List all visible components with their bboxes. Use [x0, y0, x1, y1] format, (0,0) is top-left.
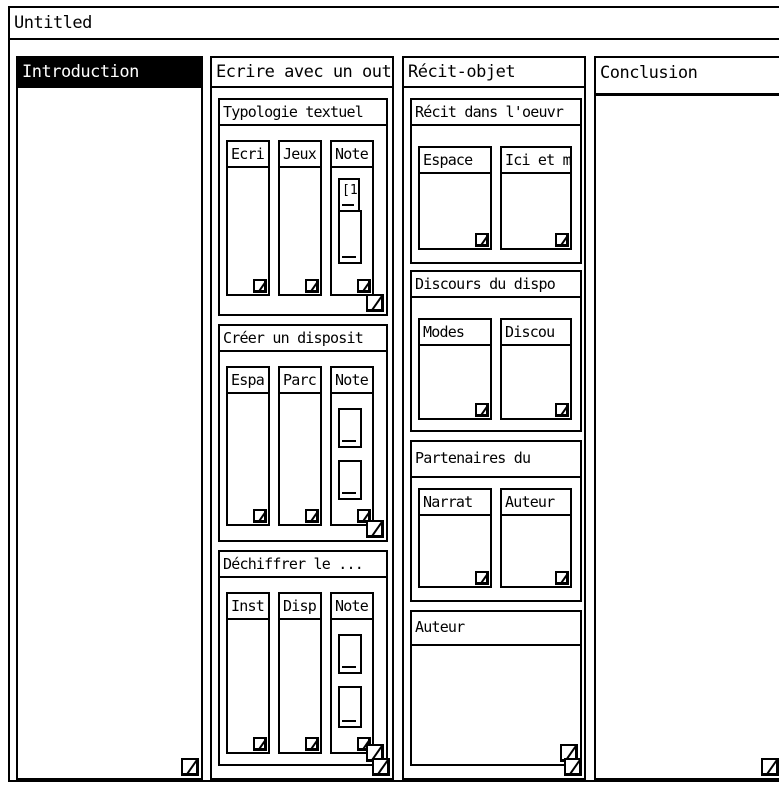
- section-creer[interactable]: Créer un disposit Espa Parc Note: [218, 324, 388, 542]
- section-typologie[interactable]: Typologie textuel Ecri Jeux Note [1]: [218, 98, 388, 316]
- resize-handle-icon[interactable]: [305, 509, 319, 523]
- resize-handle-icon[interactable]: [181, 758, 199, 776]
- resize-handle-icon[interactable]: [253, 509, 267, 523]
- card[interactable]: Disp: [278, 592, 322, 754]
- resize-handle-icon[interactable]: [475, 403, 489, 417]
- section-title-partenaires[interactable]: Partenaires du: [412, 442, 580, 478]
- card-title[interactable]: Discou: [502, 320, 570, 346]
- resize-handle-icon[interactable]: [475, 233, 489, 247]
- resize-handle-icon[interactable]: [253, 737, 267, 751]
- card-title[interactable]: Inst: [228, 594, 268, 620]
- card[interactable]: Ecri: [226, 140, 270, 296]
- resize-handle-icon[interactable]: [475, 571, 489, 585]
- resize-handle-icon[interactable]: [305, 279, 319, 293]
- card-note[interactable]: Note: [330, 592, 374, 754]
- card-title[interactable]: Parc: [280, 368, 320, 394]
- resize-handle-icon[interactable]: [305, 737, 319, 751]
- section-title-dechiffrer[interactable]: Déchiffrer le ...: [220, 552, 386, 578]
- note-item[interactable]: [338, 634, 362, 674]
- card-title[interactable]: Espace: [420, 148, 490, 174]
- resize-handle-icon[interactable]: [555, 403, 569, 417]
- card-title[interactable]: Espa: [228, 368, 268, 394]
- card[interactable]: Jeux: [278, 140, 322, 296]
- resize-handle-icon[interactable]: [357, 279, 371, 293]
- card-title[interactable]: Disp: [280, 594, 320, 620]
- resize-handle-icon[interactable]: [761, 758, 779, 776]
- section-title-creer[interactable]: Créer un disposit: [220, 326, 386, 352]
- section-partenaires[interactable]: Partenaires du Narrat Auteur: [410, 440, 582, 602]
- section-title-recit-oeuvre[interactable]: Récit dans l'oeuvr: [412, 100, 580, 126]
- card[interactable]: Ici et m: [500, 146, 572, 250]
- card-title[interactable]: Ici et m: [502, 148, 570, 174]
- column-title-conclusion[interactable]: Conclusion: [596, 58, 779, 96]
- card-note[interactable]: Note [1]: [330, 140, 374, 296]
- resize-handle-icon[interactable]: [253, 279, 267, 293]
- resize-handle-icon[interactable]: [564, 758, 582, 776]
- card-title[interactable]: Note: [332, 142, 372, 168]
- column-title-recit[interactable]: Récit-objet: [404, 58, 584, 88]
- window-title: Untitled: [10, 8, 779, 40]
- resize-handle-icon[interactable]: [555, 571, 569, 585]
- card-title[interactable]: Narrat: [420, 490, 490, 516]
- column-conclusion[interactable]: Conclusion: [594, 56, 779, 780]
- note-item-frame[interactable]: [338, 210, 362, 264]
- resize-handle-icon[interactable]: [366, 294, 384, 312]
- resize-handle-icon[interactable]: [555, 233, 569, 247]
- card[interactable]: Parc: [278, 366, 322, 526]
- column-title-introduction[interactable]: Introduction: [18, 58, 201, 88]
- resize-handle-icon[interactable]: [372, 758, 390, 776]
- column-introduction[interactable]: Introduction: [16, 56, 203, 780]
- card-note[interactable]: Note: [330, 366, 374, 526]
- card-title[interactable]: Note: [332, 594, 372, 620]
- card[interactable]: Espace: [418, 146, 492, 250]
- note-item[interactable]: [338, 686, 362, 728]
- card-title[interactable]: Modes: [420, 320, 490, 346]
- card[interactable]: Narrat: [418, 488, 492, 588]
- section-title-auteur[interactable]: Auteur: [412, 612, 580, 646]
- card-title[interactable]: Note: [332, 368, 372, 394]
- section-title-discours[interactable]: Discours du dispo: [412, 272, 580, 298]
- card[interactable]: Inst: [226, 592, 270, 754]
- card[interactable]: Modes: [418, 318, 492, 420]
- card[interactable]: Espa: [226, 366, 270, 526]
- section-recit-oeuvre[interactable]: Récit dans l'oeuvr Espace Ici et m: [410, 98, 582, 264]
- column-title-ecrire[interactable]: Ecrire avec un out: [212, 58, 392, 88]
- note-item[interactable]: [1]: [338, 178, 360, 212]
- card[interactable]: Discou: [500, 318, 572, 420]
- section-title-typologie[interactable]: Typologie textuel: [220, 100, 386, 126]
- resize-handle-icon[interactable]: [366, 520, 384, 538]
- note-item[interactable]: [338, 460, 362, 500]
- card-title[interactable]: Jeux: [280, 142, 320, 168]
- section-dechiffrer[interactable]: Déchiffrer le ... Inst Disp Note: [218, 550, 388, 766]
- column-recit[interactable]: Récit-objet Récit dans l'oeuvr Espace Ic…: [402, 56, 586, 780]
- section-discours[interactable]: Discours du dispo Modes Discou: [410, 270, 582, 432]
- card[interactable]: Auteur: [500, 488, 572, 588]
- note-item[interactable]: [338, 408, 362, 448]
- card-title[interactable]: Auteur: [502, 490, 570, 516]
- column-ecrire[interactable]: Ecrire avec un out Typologie textuel Ecr…: [210, 56, 394, 780]
- card-title[interactable]: Ecri: [228, 142, 268, 168]
- section-auteur[interactable]: Auteur: [410, 610, 582, 766]
